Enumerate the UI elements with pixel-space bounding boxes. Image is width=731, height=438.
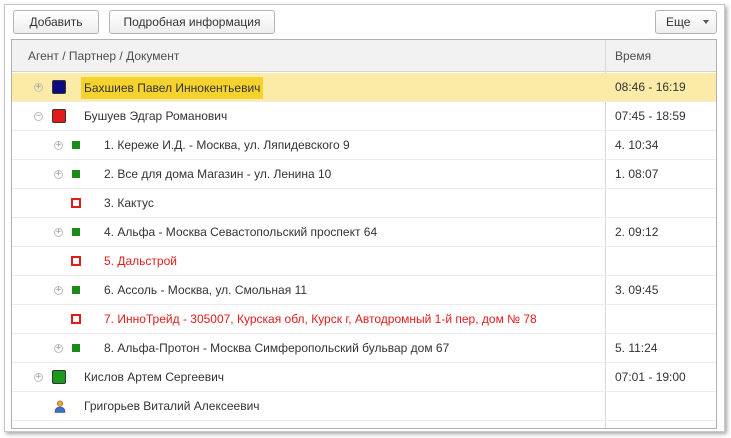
visited-status-icon (72, 170, 80, 178)
row-time: 4. 10:34 (615, 138, 659, 152)
expand-icon[interactable]: + (54, 228, 63, 237)
more-button-label: Еще (666, 15, 691, 29)
row-name: Кислов Артем Сергеевич (84, 370, 225, 384)
details-button[interactable]: Подробная информация (109, 10, 275, 34)
visited-status-icon (72, 141, 80, 149)
row-name: 6. Ассоль - Москва, ул. Смольная 11 (104, 283, 308, 297)
expand-icon[interactable]: + (54, 344, 63, 353)
person-icon (54, 400, 66, 413)
row-time: 1. 08:07 (615, 167, 659, 181)
agents-table[interactable]: Агент / Партнер / Документ Время + Бахши… (11, 39, 717, 429)
chevron-down-icon (703, 20, 709, 24)
row-name: Бахшиев Павел Иннокентьевич (81, 77, 264, 99)
add-button[interactable]: Добавить (13, 10, 99, 34)
agent-color-icon (52, 370, 66, 384)
not-visited-status-icon (71, 256, 81, 266)
table-row[interactable]: + 6. Ассоль - Москва, ул. Смольная 11 3.… (12, 276, 716, 305)
collapse-icon[interactable]: − (34, 112, 43, 121)
table-row[interactable]: 3. Кактус (12, 189, 716, 218)
column-header-agent[interactable]: Агент / Партнер / Документ (28, 40, 179, 72)
table-row[interactable]: − Бушуев Эдгар Романович 07:45 - 18:59 (12, 102, 716, 131)
visited-status-icon (72, 286, 80, 294)
row-name: Бушуев Эдгар Романович (84, 109, 228, 123)
expand-icon[interactable]: + (34, 83, 43, 92)
visited-status-icon (72, 228, 80, 236)
expand-icon[interactable]: + (54, 170, 63, 179)
toolbar: Добавить Подробная информация Еще (5, 5, 724, 41)
agent-color-icon (52, 109, 66, 123)
row-time: 2. 09:12 (615, 225, 659, 239)
row-time: 5. 11:24 (615, 341, 658, 355)
table-row[interactable]: 5. Дальстрой (12, 247, 716, 276)
agent-color-icon (52, 80, 66, 94)
row-time: 3. 09:45 (615, 283, 659, 297)
window-panel: Добавить Подробная информация Еще Агент … (4, 4, 725, 432)
table-row[interactable]: + 4. Альфа - Москва Севастопольский прос… (12, 218, 716, 247)
row-name: 8. Альфа-Протон - Москва Симферопольский… (104, 341, 450, 355)
row-time: 07:45 - 18:59 (615, 109, 686, 123)
table-row[interactable]: + Кислов Артем Сергеевич 07:01 - 19:00 (12, 363, 716, 392)
not-visited-status-icon (71, 198, 81, 208)
row-name: 3. Кактус (104, 196, 154, 210)
row-time: 08:46 - 16:19 (615, 80, 686, 94)
row-name: 1. Кереже И.Д. - Москва, ул. Ляпидевског… (104, 138, 350, 152)
visited-status-icon (72, 344, 80, 352)
row-name: 2. Все для дома Магазин - ул. Ленина 10 (104, 167, 332, 181)
row-name: 5. Дальстрой (104, 254, 177, 268)
row-name: 7. ИнноТрейд - 305007, Курская обл, Курс… (104, 312, 537, 326)
more-button[interactable]: Еще (655, 10, 717, 34)
table-header: Агент / Партнер / Документ Время (12, 40, 716, 72)
table-row[interactable]: + Бахшиев Павел Иннокентьевич 08:46 - 16… (12, 73, 716, 102)
table-row[interactable]: + 1. Кереже И.Д. - Москва, ул. Ляпидевск… (12, 131, 716, 160)
row-time: 07:01 - 19:00 (615, 370, 686, 384)
expand-icon[interactable]: + (34, 373, 43, 382)
table-row[interactable]: Григорьев Виталий Алексеевич (12, 392, 716, 421)
table-row[interactable]: + 8. Альфа-Протон - Москва Симферопольск… (12, 334, 716, 363)
row-name: Григорьев Виталий Алексеевич (84, 399, 260, 413)
not-visited-status-icon (71, 314, 81, 324)
column-header-time[interactable]: Время (615, 40, 651, 72)
table-row[interactable]: + 2. Все для дома Магазин - ул. Ленина 1… (12, 160, 716, 189)
expand-icon[interactable]: + (54, 286, 63, 295)
row-name: 4. Альфа - Москва Севастопольский проспе… (104, 225, 378, 239)
table-row[interactable]: 7. ИнноТрейд - 305007, Курская обл, Курс… (12, 305, 716, 334)
expand-icon[interactable]: + (54, 141, 63, 150)
